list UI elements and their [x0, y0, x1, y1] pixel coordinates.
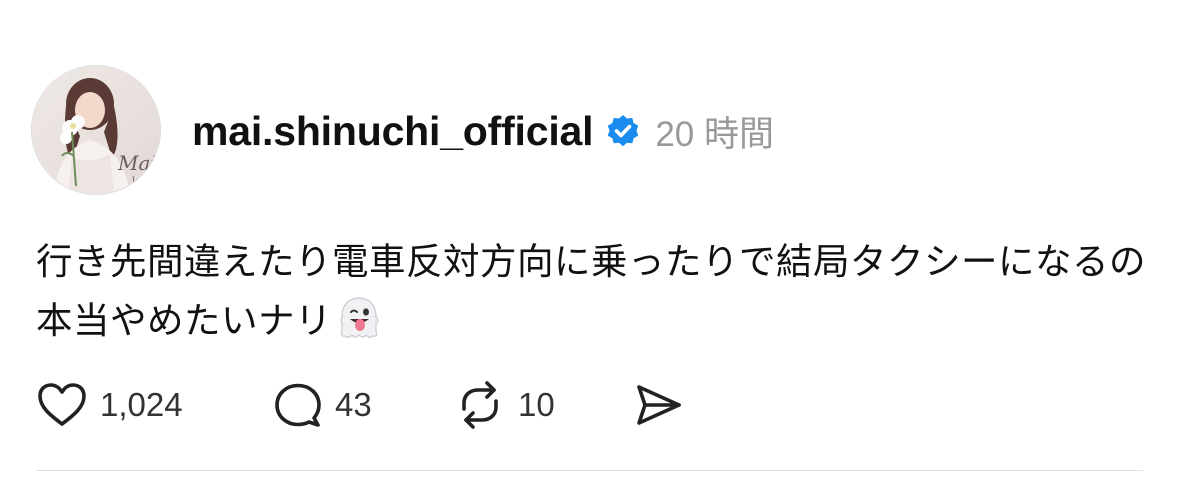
thread-post: Mai lea mai.shinuchi_official 20 時間 行き先間…: [0, 0, 1179, 477]
repost-count: 10: [518, 386, 555, 423]
post-divider: [36, 470, 1143, 471]
avatar-logo-subtext: lea: [132, 176, 147, 187]
username[interactable]: mai.shinuchi_official: [192, 108, 594, 155]
avatar-logo-text: Mai: [117, 151, 157, 175]
avatar[interactable]: Mai lea: [32, 66, 160, 194]
repost-button[interactable]: 10: [454, 379, 632, 431]
reply-button[interactable]: 43: [271, 381, 454, 429]
share-button[interactable]: [632, 381, 684, 429]
repost-icon: [462, 381, 498, 429]
post-header: mai.shinuchi_official 20 時間: [192, 105, 774, 157]
post-timestamp: 20 時間: [655, 114, 774, 154]
send-icon: [637, 385, 681, 425]
post-body: 行き先間違えたり電車反対方向に乗ったりで結局タクシーになるの本当やめたいナリ: [36, 232, 1146, 350]
like-button[interactable]: 1,024: [36, 381, 271, 429]
avatar-photo: Mai lea: [32, 66, 160, 194]
heart-icon: [38, 383, 86, 426]
comment-icon: [275, 383, 321, 427]
ghost-emoji: [336, 295, 382, 341]
reply-count: 43: [335, 386, 372, 423]
like-count: 1,024: [100, 386, 183, 423]
verified-badge-icon: [605, 113, 641, 149]
post-text: 行き先間違えたり電車反対方向に乗ったりで結局タクシーになるの本当やめたいナリ: [36, 240, 1146, 342]
post-actions: 1,024 43 10: [36, 378, 684, 432]
